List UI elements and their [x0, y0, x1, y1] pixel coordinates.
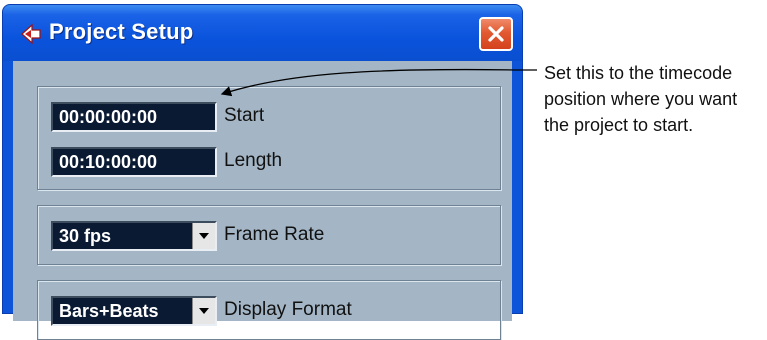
annotation-text: Set this to the timecode position where …	[544, 60, 767, 138]
annotation-line-3: the project to start.	[544, 115, 694, 135]
annotation-line-1: Set this to the timecode	[544, 63, 733, 83]
chevron-down-icon	[199, 308, 209, 314]
annotation-line-2: position where you want	[544, 89, 738, 109]
callout-arrow	[220, 68, 537, 97]
